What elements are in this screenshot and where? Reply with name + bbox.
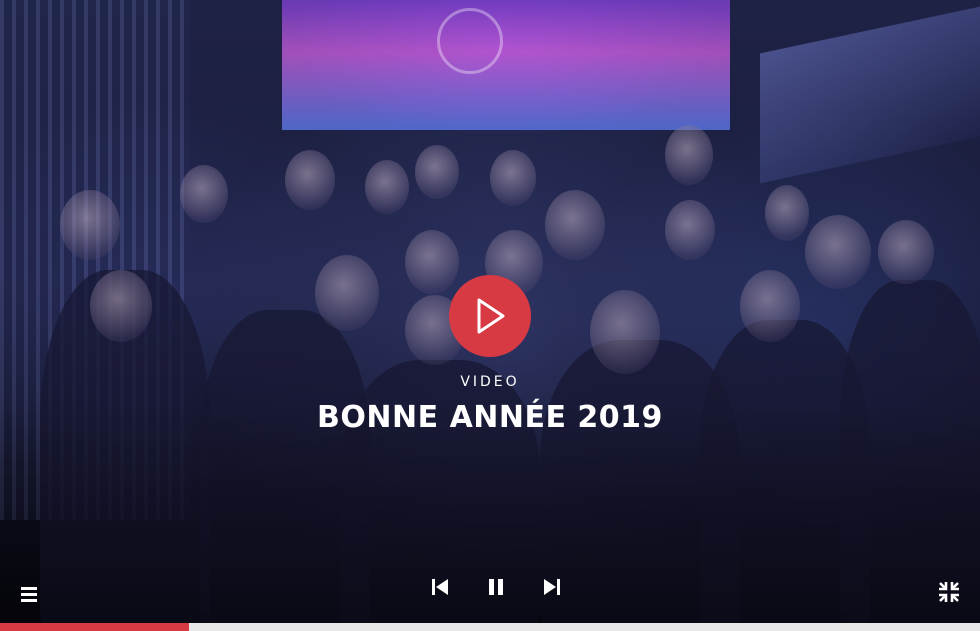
- play-button[interactable]: [449, 275, 531, 357]
- video-player[interactable]: VIDEO BONNE ANNÉE 2019: [0, 0, 980, 631]
- menu-icon: [21, 587, 37, 602]
- next-button[interactable]: [538, 574, 566, 600]
- pause-icon: [489, 579, 503, 595]
- progress-fill: [0, 623, 190, 631]
- exit-fullscreen-icon: [939, 582, 959, 602]
- video-kicker: VIDEO: [460, 374, 520, 390]
- skip-previous-icon: [432, 579, 448, 595]
- projection-screen: [282, 0, 730, 130]
- skip-next-icon: [544, 579, 560, 595]
- previous-button[interactable]: [426, 574, 454, 600]
- screen-logo-circle: [437, 8, 503, 74]
- progress-bar[interactable]: [0, 623, 980, 631]
- video-title: BONNE ANNÉE 2019: [317, 400, 663, 435]
- play-icon: [477, 298, 505, 334]
- pause-button[interactable]: [482, 574, 510, 600]
- exit-fullscreen-button[interactable]: [935, 578, 963, 606]
- menu-button[interactable]: [16, 582, 42, 606]
